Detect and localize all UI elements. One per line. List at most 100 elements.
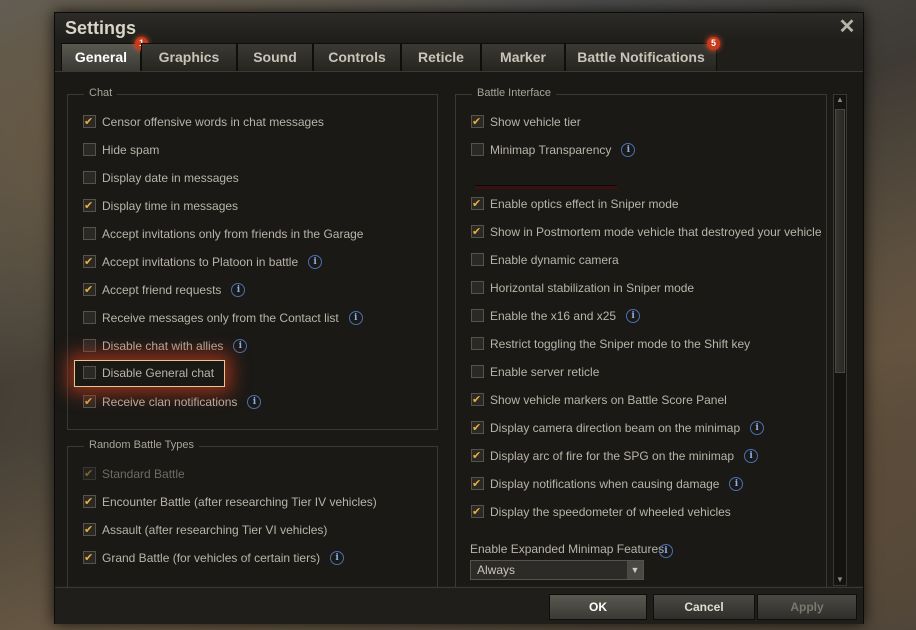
- checkbox-row[interactable]: Standard Battle: [83, 464, 185, 484]
- info-icon[interactable]: i: [233, 338, 248, 353]
- checkbox[interactable]: [83, 143, 96, 157]
- checkbox-label: Standard Battle: [102, 467, 185, 481]
- checkbox-checked[interactable]: [471, 222, 484, 242]
- checkbox-row[interactable]: Enable dynamic camera: [471, 250, 619, 270]
- checkbox-row[interactable]: Display time in messages: [83, 196, 238, 216]
- checkbox-row[interactable]: Display notifications when causing damag…: [471, 474, 744, 494]
- checkbox[interactable]: [471, 143, 484, 157]
- info-icon[interactable]: i: [247, 394, 262, 409]
- checkbox-row[interactable]: Show in Postmortem mode vehicle that des…: [471, 222, 822, 242]
- tab-general[interactable]: General: [61, 43, 141, 71]
- checkbox-label: Display the speedometer of wheeled vehic…: [490, 505, 731, 519]
- checkbox-checked[interactable]: [471, 418, 484, 438]
- checkbox-checked[interactable]: [83, 548, 96, 568]
- tab-marker[interactable]: Marker: [481, 43, 565, 71]
- tab-sound[interactable]: Sound: [237, 43, 313, 71]
- checkbox-row[interactable]: Enable optics effect in Sniper mode: [471, 194, 679, 214]
- info-icon[interactable]: i: [744, 448, 759, 463]
- info-icon[interactable]: i: [308, 254, 323, 269]
- checkbox-label: Restrict toggling the Sniper mode to the…: [490, 337, 751, 351]
- ok-button[interactable]: OK: [549, 594, 647, 620]
- scroll-down-icon[interactable]: ▼: [834, 574, 846, 586]
- minimap-transparency-slider[interactable]: [475, 185, 617, 189]
- checkbox-row[interactable]: Grand Battle (for vehicles of certain ti…: [83, 548, 345, 568]
- checkbox-checked[interactable]: [83, 464, 96, 484]
- tab-label: Battle Notifications: [577, 49, 705, 65]
- checkbox-label: Show in Postmortem mode vehicle that des…: [490, 225, 822, 239]
- cancel-button[interactable]: Cancel: [653, 594, 755, 620]
- info-icon[interactable]: i: [659, 544, 673, 558]
- checkbox-label: Display time in messages: [102, 199, 239, 213]
- info-icon[interactable]: i: [626, 308, 641, 323]
- minimap-features-label: Enable Expanded Minimap Features: [470, 542, 665, 556]
- checkbox-row[interactable]: Horizontal stabilization in Sniper mode: [471, 278, 694, 298]
- checkbox-row[interactable]: Encounter Battle (after researching Tier…: [83, 492, 377, 512]
- info-icon[interactable]: i: [348, 310, 363, 325]
- scroll-up-icon[interactable]: ▲: [834, 94, 846, 106]
- checkbox-checked[interactable]: [471, 112, 484, 132]
- tab-bar: General 1 Graphics Sound Controls Reticl…: [61, 37, 851, 71]
- checkbox-checked[interactable]: [83, 252, 96, 272]
- tab-battle-notifications[interactable]: Battle Notifications: [565, 43, 717, 71]
- checkbox-row[interactable]: Restrict toggling the Sniper mode to the…: [471, 334, 750, 354]
- checkbox-checked[interactable]: [471, 502, 484, 522]
- checkbox-row[interactable]: Accept invitations only from friends in …: [83, 224, 363, 244]
- checkbox-row[interactable]: Show vehicle tier: [471, 112, 581, 132]
- checkbox-row[interactable]: Minimap Transparency i: [471, 140, 636, 160]
- checkbox[interactable]: [471, 281, 484, 295]
- checkbox-row[interactable]: Display camera direction beam on the min…: [471, 418, 765, 438]
- info-icon[interactable]: i: [729, 476, 744, 491]
- checkbox-row[interactable]: Receive clan notifications i: [83, 392, 262, 412]
- checkbox[interactable]: [471, 365, 484, 379]
- tab-graphics[interactable]: Graphics: [141, 43, 237, 71]
- checkbox-checked[interactable]: [83, 492, 96, 512]
- checkbox[interactable]: [83, 339, 96, 353]
- checkbox-row[interactable]: Accept invitations to Platoon in battle i: [83, 252, 323, 272]
- checkbox-row[interactable]: Disable chat with allies i: [83, 336, 248, 356]
- checkbox-checked[interactable]: [471, 446, 484, 466]
- checkbox[interactable]: [83, 171, 96, 185]
- apply-button[interactable]: Apply: [757, 594, 857, 620]
- checkbox-checked[interactable]: [83, 112, 96, 132]
- close-icon[interactable]: ✕: [837, 17, 857, 37]
- checkbox-checked[interactable]: [471, 194, 484, 214]
- checkbox-row[interactable]: Assault (after researching Tier VI vehic…: [83, 520, 327, 540]
- checkbox-label: Receive messages only from the Contact l…: [102, 311, 339, 325]
- footer: OK Cancel Apply: [55, 587, 863, 624]
- checkbox-label: Show vehicle markers on Battle Score Pan…: [490, 393, 727, 407]
- scrollbar-thumb[interactable]: [835, 109, 845, 373]
- checkbox[interactable]: [471, 253, 484, 267]
- checkbox-row[interactable]: Display the speedometer of wheeled vehic…: [471, 502, 731, 522]
- checkbox[interactable]: [83, 227, 96, 241]
- checkbox-row[interactable]: Receive messages only from the Contact l…: [83, 308, 363, 328]
- checkbox[interactable]: [471, 309, 484, 323]
- minimap-features-select[interactable]: Always ▼: [470, 560, 644, 580]
- checkbox-checked[interactable]: [83, 280, 96, 300]
- checkbox-label: Display camera direction beam on the min…: [490, 421, 741, 435]
- checkbox-row[interactable]: Show vehicle markers on Battle Score Pan…: [471, 390, 727, 410]
- checkbox-checked[interactable]: [83, 520, 96, 540]
- info-icon[interactable]: i: [231, 282, 246, 297]
- info-icon[interactable]: i: [330, 550, 345, 565]
- info-icon[interactable]: i: [750, 420, 765, 435]
- tab-label: Marker: [500, 49, 546, 65]
- checkbox-row[interactable]: Display date in messages: [83, 168, 239, 188]
- checkbox[interactable]: [471, 337, 484, 351]
- checkbox[interactable]: [83, 311, 96, 325]
- checkbox-row[interactable]: Display arc of fire for the SPG on the m…: [471, 446, 759, 466]
- checkbox-row[interactable]: Hide spam: [83, 140, 159, 160]
- checkbox-row[interactable]: Censor offensive words in chat messages: [83, 112, 324, 132]
- highlight-box: [74, 360, 225, 387]
- info-icon[interactable]: i: [621, 142, 636, 157]
- checkbox-row[interactable]: Enable server reticle: [471, 362, 599, 382]
- checkbox-checked[interactable]: [83, 196, 96, 216]
- checkbox-checked[interactable]: [471, 390, 484, 410]
- tab-controls[interactable]: Controls: [313, 43, 401, 71]
- scrollbar[interactable]: ▲ ▼: [833, 94, 847, 586]
- checkbox-checked[interactable]: [471, 474, 484, 494]
- settings-window: Settings ✕ General 1 Graphics Sound Cont…: [54, 12, 864, 624]
- checkbox-row[interactable]: Accept friend requests i: [83, 280, 246, 300]
- tab-reticle[interactable]: Reticle: [401, 43, 481, 71]
- checkbox-checked[interactable]: [83, 392, 96, 412]
- checkbox-row[interactable]: Enable the x16 and x25 i: [471, 306, 641, 326]
